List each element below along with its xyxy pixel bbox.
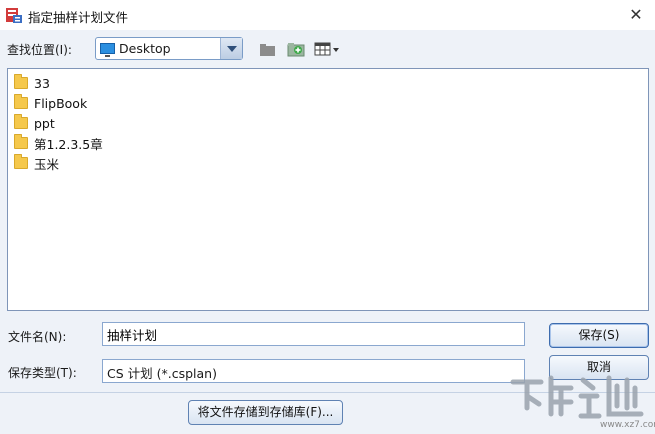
store-to-repository-button[interactable]: 将文件存储到存储库(F)...: [188, 400, 343, 425]
folder-icon: [14, 94, 28, 109]
folder-icon: [14, 134, 28, 149]
folder-icon: [14, 114, 28, 129]
list-item[interactable]: 玉米: [14, 154, 59, 172]
up-folder-icon[interactable]: [259, 40, 276, 58]
file-save-dialog: 指定抽样计划文件 ✕ 查找位置(I): Desktop 33 FlipBook: [0, 0, 655, 434]
watermark-text: www.xz7.com: [600, 420, 655, 430]
filename-input[interactable]: [102, 322, 525, 346]
file-name: 第1.2.3.5章: [34, 136, 103, 152]
file-name: FlipBook: [34, 95, 88, 111]
look-in-value: Desktop: [119, 41, 171, 56]
new-folder-icon[interactable]: [287, 40, 306, 58]
file-name: ppt: [34, 115, 55, 131]
chevron-down-icon[interactable]: [220, 38, 242, 59]
list-item[interactable]: 第1.2.3.5章: [14, 134, 103, 152]
file-list[interactable]: 33 FlipBook ppt 第1.2.3.5章 玉米: [7, 68, 649, 311]
close-button[interactable]: ✕: [625, 4, 647, 26]
dialog-title: 指定抽样计划文件: [28, 10, 129, 25]
filename-label: 文件名(N):: [8, 330, 67, 344]
folder-icon: [14, 154, 28, 169]
view-menu-icon[interactable]: [314, 40, 340, 58]
filetype-select[interactable]: CS 计划 (*.csplan): [102, 359, 525, 383]
look-in-label: 查找位置(I):: [7, 43, 72, 57]
list-item[interactable]: ppt: [14, 114, 55, 132]
filetype-label: 保存类型(T):: [8, 366, 77, 380]
save-button[interactable]: 保存(S): [549, 323, 649, 348]
app-icon: [6, 8, 22, 23]
desktop-icon: [100, 43, 115, 57]
file-name: 玉米: [34, 156, 60, 172]
file-name: 33: [34, 75, 50, 91]
list-item[interactable]: 33: [14, 74, 50, 92]
title-bar: 指定抽样计划文件 ✕: [0, 0, 655, 30]
folder-icon: [14, 74, 28, 89]
look-in-dropdown[interactable]: Desktop: [95, 37, 243, 60]
list-item[interactable]: FlipBook: [14, 94, 87, 112]
